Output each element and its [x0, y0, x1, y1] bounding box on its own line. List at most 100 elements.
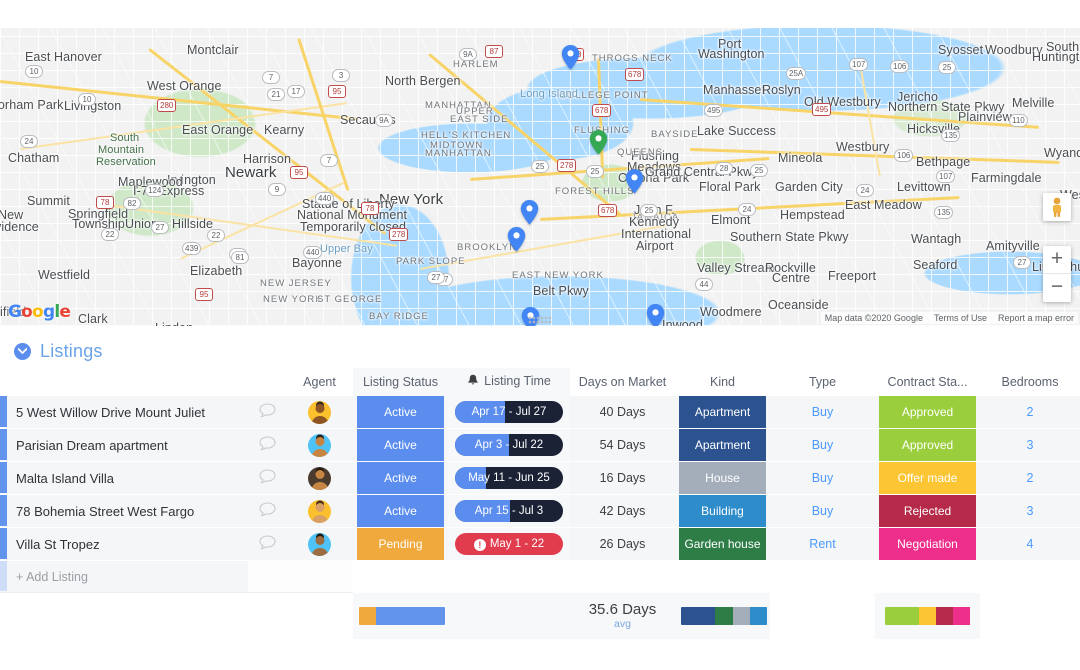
table-row[interactable]: Villa St Tropez Pending ! May 1 - 22 26 Days…: [0, 527, 1080, 561]
kind-cell[interactable]: Apartment: [675, 428, 770, 462]
comment-bubble-icon[interactable]: [258, 502, 276, 520]
listing-time-pill[interactable]: Apr 3 - Jul 22: [455, 434, 563, 456]
comment-bubble-icon[interactable]: [258, 403, 276, 421]
map-panel[interactable]: Montclair East Hanover West Orange Livingst…: [0, 28, 1080, 326]
type-cell[interactable]: Buy: [770, 461, 875, 495]
comment-cell[interactable]: [248, 428, 286, 462]
column-header-listing-time[interactable]: Listing Time: [448, 368, 570, 396]
table-row[interactable]: 78 Bohemia Street West Fargo Active Apr 15…: [0, 494, 1080, 528]
agent-cell[interactable]: [286, 428, 353, 462]
terms-of-use-link[interactable]: Terms of Use: [934, 313, 987, 323]
map-zoom-controls[interactable]: + −: [1043, 246, 1071, 302]
chevron-down-icon[interactable]: [14, 342, 31, 360]
listing-time-pill[interactable]: May 11 - Jun 25: [455, 467, 563, 489]
listing-name-cell[interactable]: 78 Bohemia Street West Fargo: [0, 494, 248, 528]
listing-time-pill[interactable]: Apr 15 - Jul 3: [455, 500, 563, 522]
column-header-agent[interactable]: Agent: [286, 368, 353, 396]
avatar-agent-3[interactable]: [308, 466, 331, 490]
column-header-listing-status[interactable]: Listing Status: [353, 368, 448, 396]
comment-bubble-icon[interactable]: [258, 436, 276, 454]
map-resize-handle[interactable]: [528, 316, 552, 324]
listing-time-pill[interactable]: ! May 1 - 22: [455, 533, 563, 555]
days-on-market-cell[interactable]: 40 Days: [570, 396, 675, 429]
column-header-type[interactable]: Type: [770, 368, 875, 396]
contract-status-badge[interactable]: Rejected: [879, 495, 976, 527]
days-on-market-cell[interactable]: 26 Days: [570, 527, 675, 561]
days-on-market-cell[interactable]: 42 Days: [570, 494, 675, 528]
listing-status-cell[interactable]: Active: [353, 461, 448, 495]
zoom-in-button[interactable]: +: [1043, 246, 1071, 274]
listing-name-cell[interactable]: Parisian Dream apartment: [0, 428, 248, 462]
contract-status-badge[interactable]: Approved: [879, 429, 976, 461]
street-view-pegman[interactable]: [1043, 193, 1071, 221]
comment-cell[interactable]: [248, 494, 286, 528]
column-header-chat[interactable]: [248, 368, 286, 396]
contract-status-cell[interactable]: Approved: [875, 396, 980, 429]
contract-status-badge[interactable]: Negotiation: [879, 528, 976, 560]
listing-time-cell[interactable]: Apr 17 - Jul 27: [448, 396, 570, 429]
listing-status-cell[interactable]: Active: [353, 396, 448, 429]
contract-status-badge[interactable]: Offer made: [879, 462, 976, 494]
agent-cell[interactable]: [286, 396, 353, 429]
column-header-contract-status[interactable]: Contract Sta...: [875, 368, 980, 396]
contract-status-cell[interactable]: Offer made: [875, 461, 980, 495]
table-row[interactable]: Malta Island Villa Active May 11 - Jun 25 1…: [0, 461, 1080, 495]
bedrooms-cell[interactable]: 2: [980, 461, 1080, 495]
avatar-agent-4[interactable]: [308, 499, 331, 523]
agent-cell[interactable]: [286, 494, 353, 528]
days-on-market-cell[interactable]: 16 Days: [570, 461, 675, 495]
kind-badge[interactable]: House: [679, 462, 766, 494]
status-badge[interactable]: Active: [357, 396, 444, 428]
bedrooms-cell[interactable]: 4: [980, 527, 1080, 561]
status-badge[interactable]: Pending: [357, 528, 444, 560]
comment-bubble-icon[interactable]: [258, 535, 276, 553]
comment-cell[interactable]: [248, 461, 286, 495]
table-row[interactable]: 5 West Willow Drive Mount Juliet Active Ap…: [0, 396, 1080, 429]
kind-cell[interactable]: Building: [675, 494, 770, 528]
kind-badge[interactable]: Apartment: [679, 429, 766, 461]
type-cell[interactable]: Buy: [770, 428, 875, 462]
listing-time-cell[interactable]: Apr 3 - Jul 22: [448, 428, 570, 462]
avatar-agent-1[interactable]: [308, 400, 331, 424]
zoom-out-button[interactable]: −: [1043, 274, 1071, 302]
contract-status-cell[interactable]: Approved: [875, 428, 980, 462]
kind-cell[interactable]: Apartment: [675, 396, 770, 429]
column-header-days-on-market[interactable]: Days on Market: [570, 368, 675, 396]
add-listing-row[interactable]: + Add Listing: [0, 560, 1080, 593]
listing-time-cell[interactable]: Apr 15 - Jul 3: [448, 494, 570, 528]
type-cell[interactable]: Buy: [770, 494, 875, 528]
map-marker-pin[interactable]: [520, 200, 539, 225]
listing-name-cell[interactable]: Malta Island Villa: [0, 461, 248, 495]
map-marker-pin[interactable]: [646, 304, 665, 326]
table-row[interactable]: Parisian Dream apartment Active Apr 3 - Ju…: [0, 428, 1080, 462]
column-header-kind[interactable]: Kind: [675, 368, 770, 396]
status-badge[interactable]: Active: [357, 429, 444, 461]
kind-badge[interactable]: Building: [679, 495, 766, 527]
map-marker-pin[interactable]: [507, 227, 526, 252]
map-tiles[interactable]: Montclair East Hanover West Orange Livingst…: [0, 28, 1080, 326]
listing-time-cell[interactable]: ! May 1 - 22: [448, 527, 570, 561]
bedrooms-cell[interactable]: 3: [980, 494, 1080, 528]
map-marker-pin[interactable]: [589, 130, 608, 155]
comment-cell[interactable]: [248, 396, 286, 429]
report-map-error-link[interactable]: Report a map error: [998, 313, 1074, 323]
contract-status-cell[interactable]: Negotiation: [875, 527, 980, 561]
kind-cell[interactable]: Garden house: [675, 527, 770, 561]
listing-status-cell[interactable]: Active: [353, 494, 448, 528]
type-cell[interactable]: Rent: [770, 527, 875, 561]
listing-time-cell[interactable]: May 11 - Jun 25: [448, 461, 570, 495]
listing-name-cell[interactable]: 5 West Willow Drive Mount Juliet: [0, 396, 248, 429]
listing-status-cell[interactable]: Active: [353, 428, 448, 462]
contract-status-badge[interactable]: Approved: [879, 396, 976, 428]
map-marker-pin[interactable]: [625, 169, 644, 194]
agent-cell[interactable]: [286, 527, 353, 561]
column-header-bedrooms[interactable]: Bedrooms: [980, 368, 1080, 396]
kind-badge[interactable]: Garden house: [679, 528, 766, 560]
listing-time-pill[interactable]: Apr 17 - Jul 27: [455, 401, 563, 423]
comment-bubble-icon[interactable]: [258, 469, 276, 487]
status-badge[interactable]: Active: [357, 462, 444, 494]
status-badge[interactable]: Active: [357, 495, 444, 527]
listing-status-cell[interactable]: Pending: [353, 527, 448, 561]
avatar-agent-2[interactable]: [308, 433, 331, 457]
kind-cell[interactable]: House: [675, 461, 770, 495]
